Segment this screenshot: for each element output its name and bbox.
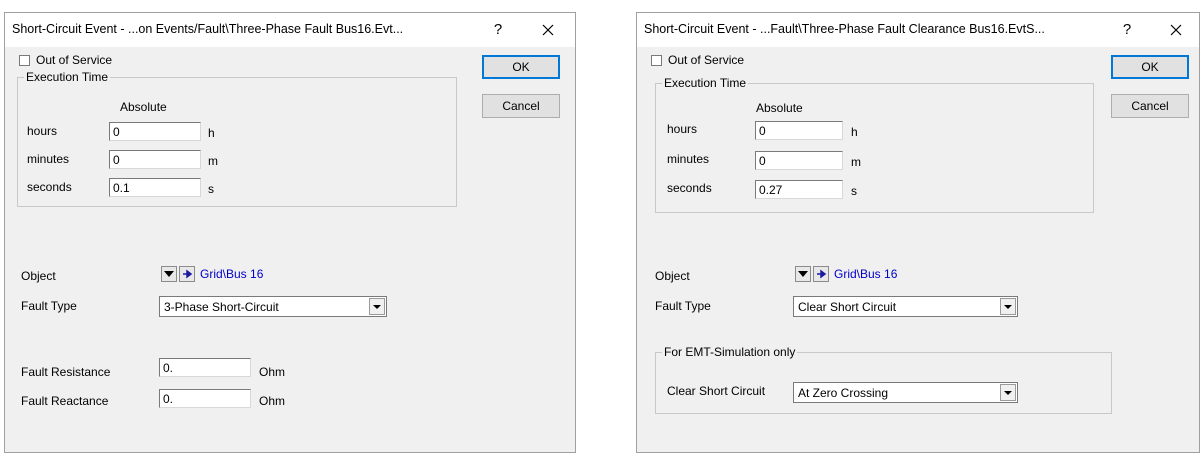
fault-reactance-label: Fault Reactance xyxy=(21,394,109,408)
out-of-service-checkbox[interactable] xyxy=(19,55,30,66)
object-label: Object xyxy=(655,269,690,283)
close-icon xyxy=(542,24,554,36)
fault-reactance-input[interactable]: 0. xyxy=(159,389,251,408)
fault-resistance-label: Fault Resistance xyxy=(21,365,111,379)
object-link[interactable]: Grid\Bus 16 xyxy=(834,267,897,281)
fault-type-select[interactable]: 3-Phase Short-Circuit xyxy=(159,296,387,317)
cancel-button[interactable]: Cancel xyxy=(1111,94,1189,118)
fault-type-value: Clear Short Circuit xyxy=(798,300,897,314)
ok-button[interactable]: OK xyxy=(482,55,560,79)
cancel-button[interactable]: Cancel xyxy=(482,94,560,118)
seconds-label: seconds xyxy=(27,180,72,194)
execution-time-group: Execution Time Absolute hours 0 h minute… xyxy=(655,76,1094,213)
hours-unit: h xyxy=(208,126,215,140)
minutes-label: minutes xyxy=(667,152,710,166)
select-object-button[interactable] xyxy=(795,266,811,282)
emt-simulation-group: For EMT-Simulation only Clear Short Circ… xyxy=(655,345,1112,414)
time-mode-label: Absolute xyxy=(120,100,167,114)
group-legend: For EMT-Simulation only xyxy=(662,345,798,359)
short-circuit-event-dialog: Short-Circuit Event - ...on Events/Fault… xyxy=(4,12,576,453)
window-title: Short-Circuit Event - ...on Events/Fault… xyxy=(12,22,404,36)
seconds-input[interactable]: 0.27 xyxy=(755,180,843,199)
object-link[interactable]: Grid\Bus 16 xyxy=(200,267,263,281)
minutes-input[interactable]: 0 xyxy=(755,151,843,170)
help-button[interactable]: ? xyxy=(1116,19,1138,41)
group-legend: Execution Time xyxy=(662,76,749,90)
title-bar[interactable]: Short-Circuit Event - ...on Events/Fault… xyxy=(5,13,575,47)
select-object-button[interactable] xyxy=(161,266,177,282)
help-button[interactable]: ? xyxy=(487,19,509,41)
chevron-down-icon[interactable] xyxy=(369,298,385,315)
minutes-label: minutes xyxy=(27,152,70,166)
short-circuit-clearance-dialog: Short-Circuit Event - ...Fault\Three-Pha… xyxy=(636,12,1200,453)
jump-to-arrow-icon xyxy=(817,269,827,279)
minutes-input[interactable]: 0 xyxy=(109,150,201,169)
fault-resistance-unit: Ohm xyxy=(259,365,286,379)
jump-to-object-button[interactable] xyxy=(179,266,195,282)
close-button[interactable] xyxy=(537,19,559,41)
clear-short-circuit-value: At Zero Crossing xyxy=(798,386,889,400)
fault-type-label: Fault Type xyxy=(21,299,77,313)
seconds-unit: s xyxy=(208,182,214,196)
fault-reactance-unit: Ohm xyxy=(259,394,286,408)
clear-short-circuit-select[interactable]: At Zero Crossing xyxy=(793,382,1018,403)
fault-type-value: 3-Phase Short-Circuit xyxy=(164,300,279,314)
time-mode-label: Absolute xyxy=(756,101,803,115)
dropdown-arrow-icon xyxy=(798,271,808,277)
hours-input[interactable]: 0 xyxy=(755,121,843,140)
title-bar[interactable]: Short-Circuit Event - ...Fault\Three-Pha… xyxy=(637,13,1199,47)
seconds-label: seconds xyxy=(667,181,712,195)
close-icon xyxy=(1170,24,1182,36)
clear-short-circuit-label: Clear Short Circuit xyxy=(667,384,766,398)
object-label: Object xyxy=(21,269,56,283)
seconds-unit: s xyxy=(851,184,857,198)
fault-type-select[interactable]: Clear Short Circuit xyxy=(793,296,1018,317)
hours-label: hours xyxy=(27,124,58,138)
hours-label: hours xyxy=(667,122,698,136)
out-of-service-label: Out of Service xyxy=(668,53,745,67)
seconds-input[interactable]: 0.1 xyxy=(109,178,201,197)
out-of-service-label: Out of Service xyxy=(36,53,113,67)
out-of-service-checkbox[interactable] xyxy=(651,55,662,66)
dropdown-arrow-icon xyxy=(164,271,174,277)
minutes-unit: m xyxy=(851,155,861,169)
hours-input[interactable]: 0 xyxy=(109,122,201,141)
minutes-unit: m xyxy=(208,154,218,168)
close-button[interactable] xyxy=(1165,19,1187,41)
execution-time-group: Execution Time Absolute hours 0 h minute… xyxy=(17,70,457,207)
chevron-down-icon[interactable] xyxy=(1000,298,1016,315)
group-legend: Execution Time xyxy=(24,70,111,84)
chevron-down-icon[interactable] xyxy=(1000,384,1016,401)
fault-type-label: Fault Type xyxy=(655,299,711,313)
ok-button[interactable]: OK xyxy=(1111,55,1189,79)
jump-to-arrow-icon xyxy=(183,269,193,279)
window-title: Short-Circuit Event - ...Fault\Three-Pha… xyxy=(644,22,1045,36)
hours-unit: h xyxy=(851,125,858,139)
fault-resistance-input[interactable]: 0. xyxy=(159,358,251,377)
jump-to-object-button[interactable] xyxy=(813,266,829,282)
